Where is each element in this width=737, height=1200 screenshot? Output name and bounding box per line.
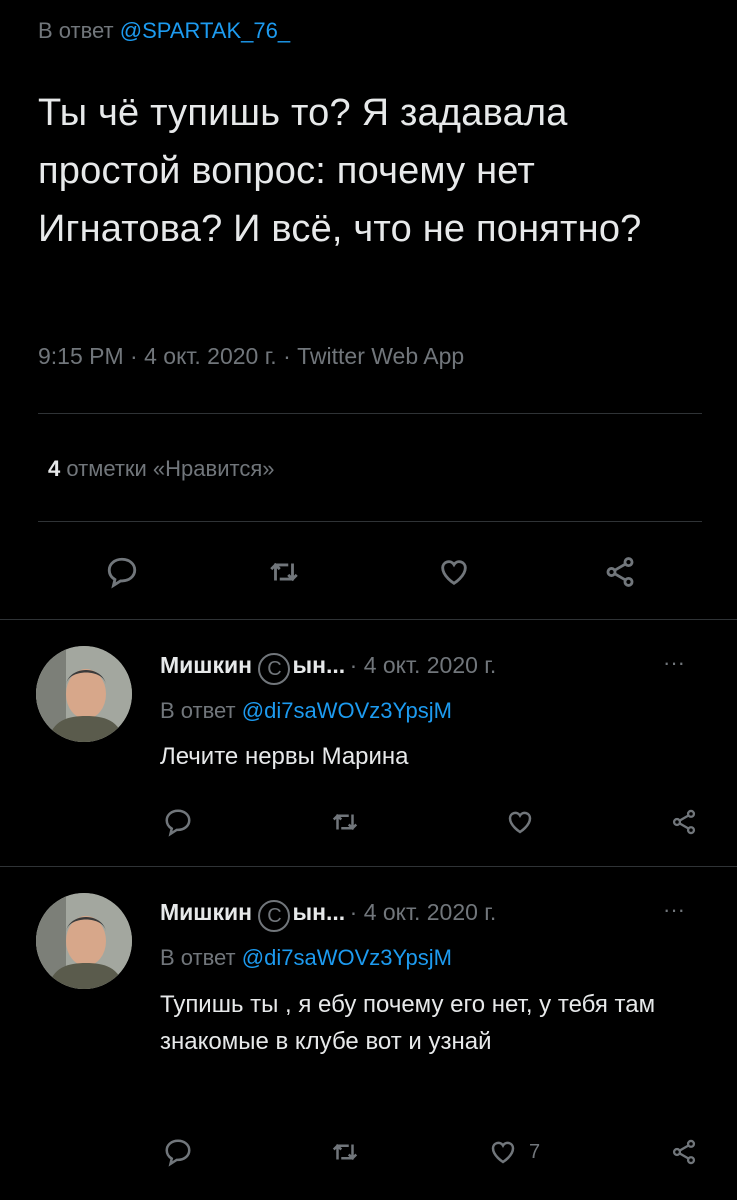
retweet-button[interactable] (325, 1132, 365, 1172)
like-icon (441, 560, 467, 586)
reply-icon (165, 1139, 191, 1167)
reply-prefix: В ответ (38, 18, 114, 43)
reply-text: Лечите нервы Марина (160, 743, 409, 770)
more-icon[interactable]: ··· (663, 897, 685, 923)
reply-text: Тупишь ты , я ебу почему его нет, у тебя… (160, 991, 656, 1055)
retweet-icon (270, 562, 298, 582)
likes-count: 4 (48, 456, 61, 481)
author-name-suffix[interactable]: ын... (292, 899, 345, 925)
retweet-icon (332, 813, 358, 831)
avatar-image (36, 893, 132, 989)
divider (0, 866, 737, 867)
retweet-button[interactable] (262, 550, 306, 594)
reply-to-line: В ответ @di7saWOVz3YpsjM (160, 945, 452, 971)
like-icon (508, 811, 532, 834)
author-name-suffix[interactable]: ын... (292, 652, 345, 678)
avatar[interactable] (36, 646, 132, 742)
reply-date: · 4 окт. 2020 г. (349, 899, 497, 925)
more-icon[interactable]: ··· (663, 650, 685, 676)
copyright-badge-icon: С (258, 899, 291, 932)
reply-date: · 4 окт. 2020 г. (349, 652, 497, 678)
author-name[interactable]: Мишкин (160, 652, 252, 678)
like-button[interactable]: 7 (487, 1132, 557, 1172)
reply-handle-link[interactable]: @di7saWOVz3YpsjM (242, 945, 452, 970)
reply-button[interactable] (158, 802, 198, 842)
share-button[interactable] (598, 550, 642, 594)
retweet-icon (332, 1143, 358, 1161)
reply-header: Мишкин Сын... · 4 окт. 2020 г. (160, 652, 680, 685)
like-button[interactable] (495, 802, 555, 842)
like-icon (491, 1141, 515, 1164)
copyright-badge-icon: С (258, 652, 291, 685)
reply-handle-link[interactable]: @di7saWOVz3YpsjM (242, 698, 452, 723)
tweet-meta: 9:15 PM · 4 окт. 2020 г. · Twitter Web A… (38, 343, 465, 369)
author-name[interactable]: Мишкин (160, 899, 252, 925)
share-button[interactable] (664, 802, 704, 842)
reply-button[interactable] (100, 550, 144, 594)
reply-icon (165, 809, 191, 837)
avatar[interactable] (36, 893, 132, 989)
reply-to-line: В ответ @di7saWOVz3YpsjM (160, 698, 452, 724)
avatar-image (36, 646, 132, 742)
like-count: 7 (529, 1140, 541, 1163)
reply-prefix: В ответ (160, 698, 236, 723)
share-icon (672, 809, 696, 835)
divider (38, 413, 702, 414)
divider (38, 521, 702, 522)
likes-label: отметки «Нравится» (66, 456, 275, 481)
reply-handle-link[interactable]: @SPARTAK_76_ (120, 18, 290, 43)
likes-summary[interactable]: 4 отметки «Нравится» (48, 456, 274, 482)
share-icon (606, 557, 634, 587)
retweet-button[interactable] (325, 802, 365, 842)
reply-header: Мишкин Сын... · 4 окт. 2020 г. (160, 899, 680, 932)
like-button[interactable] (432, 550, 476, 594)
tweet-text: Ты чё тупишь то? Я задавала простой вопр… (38, 92, 642, 250)
share-button[interactable] (664, 1132, 704, 1172)
share-icon (672, 1139, 696, 1165)
reply-prefix: В ответ (160, 945, 236, 970)
reply-button[interactable] (158, 1132, 198, 1172)
divider (0, 619, 737, 620)
reply-icon (107, 557, 137, 589)
reply-to-line: В ответ @SPARTAK_76_ (38, 18, 290, 44)
